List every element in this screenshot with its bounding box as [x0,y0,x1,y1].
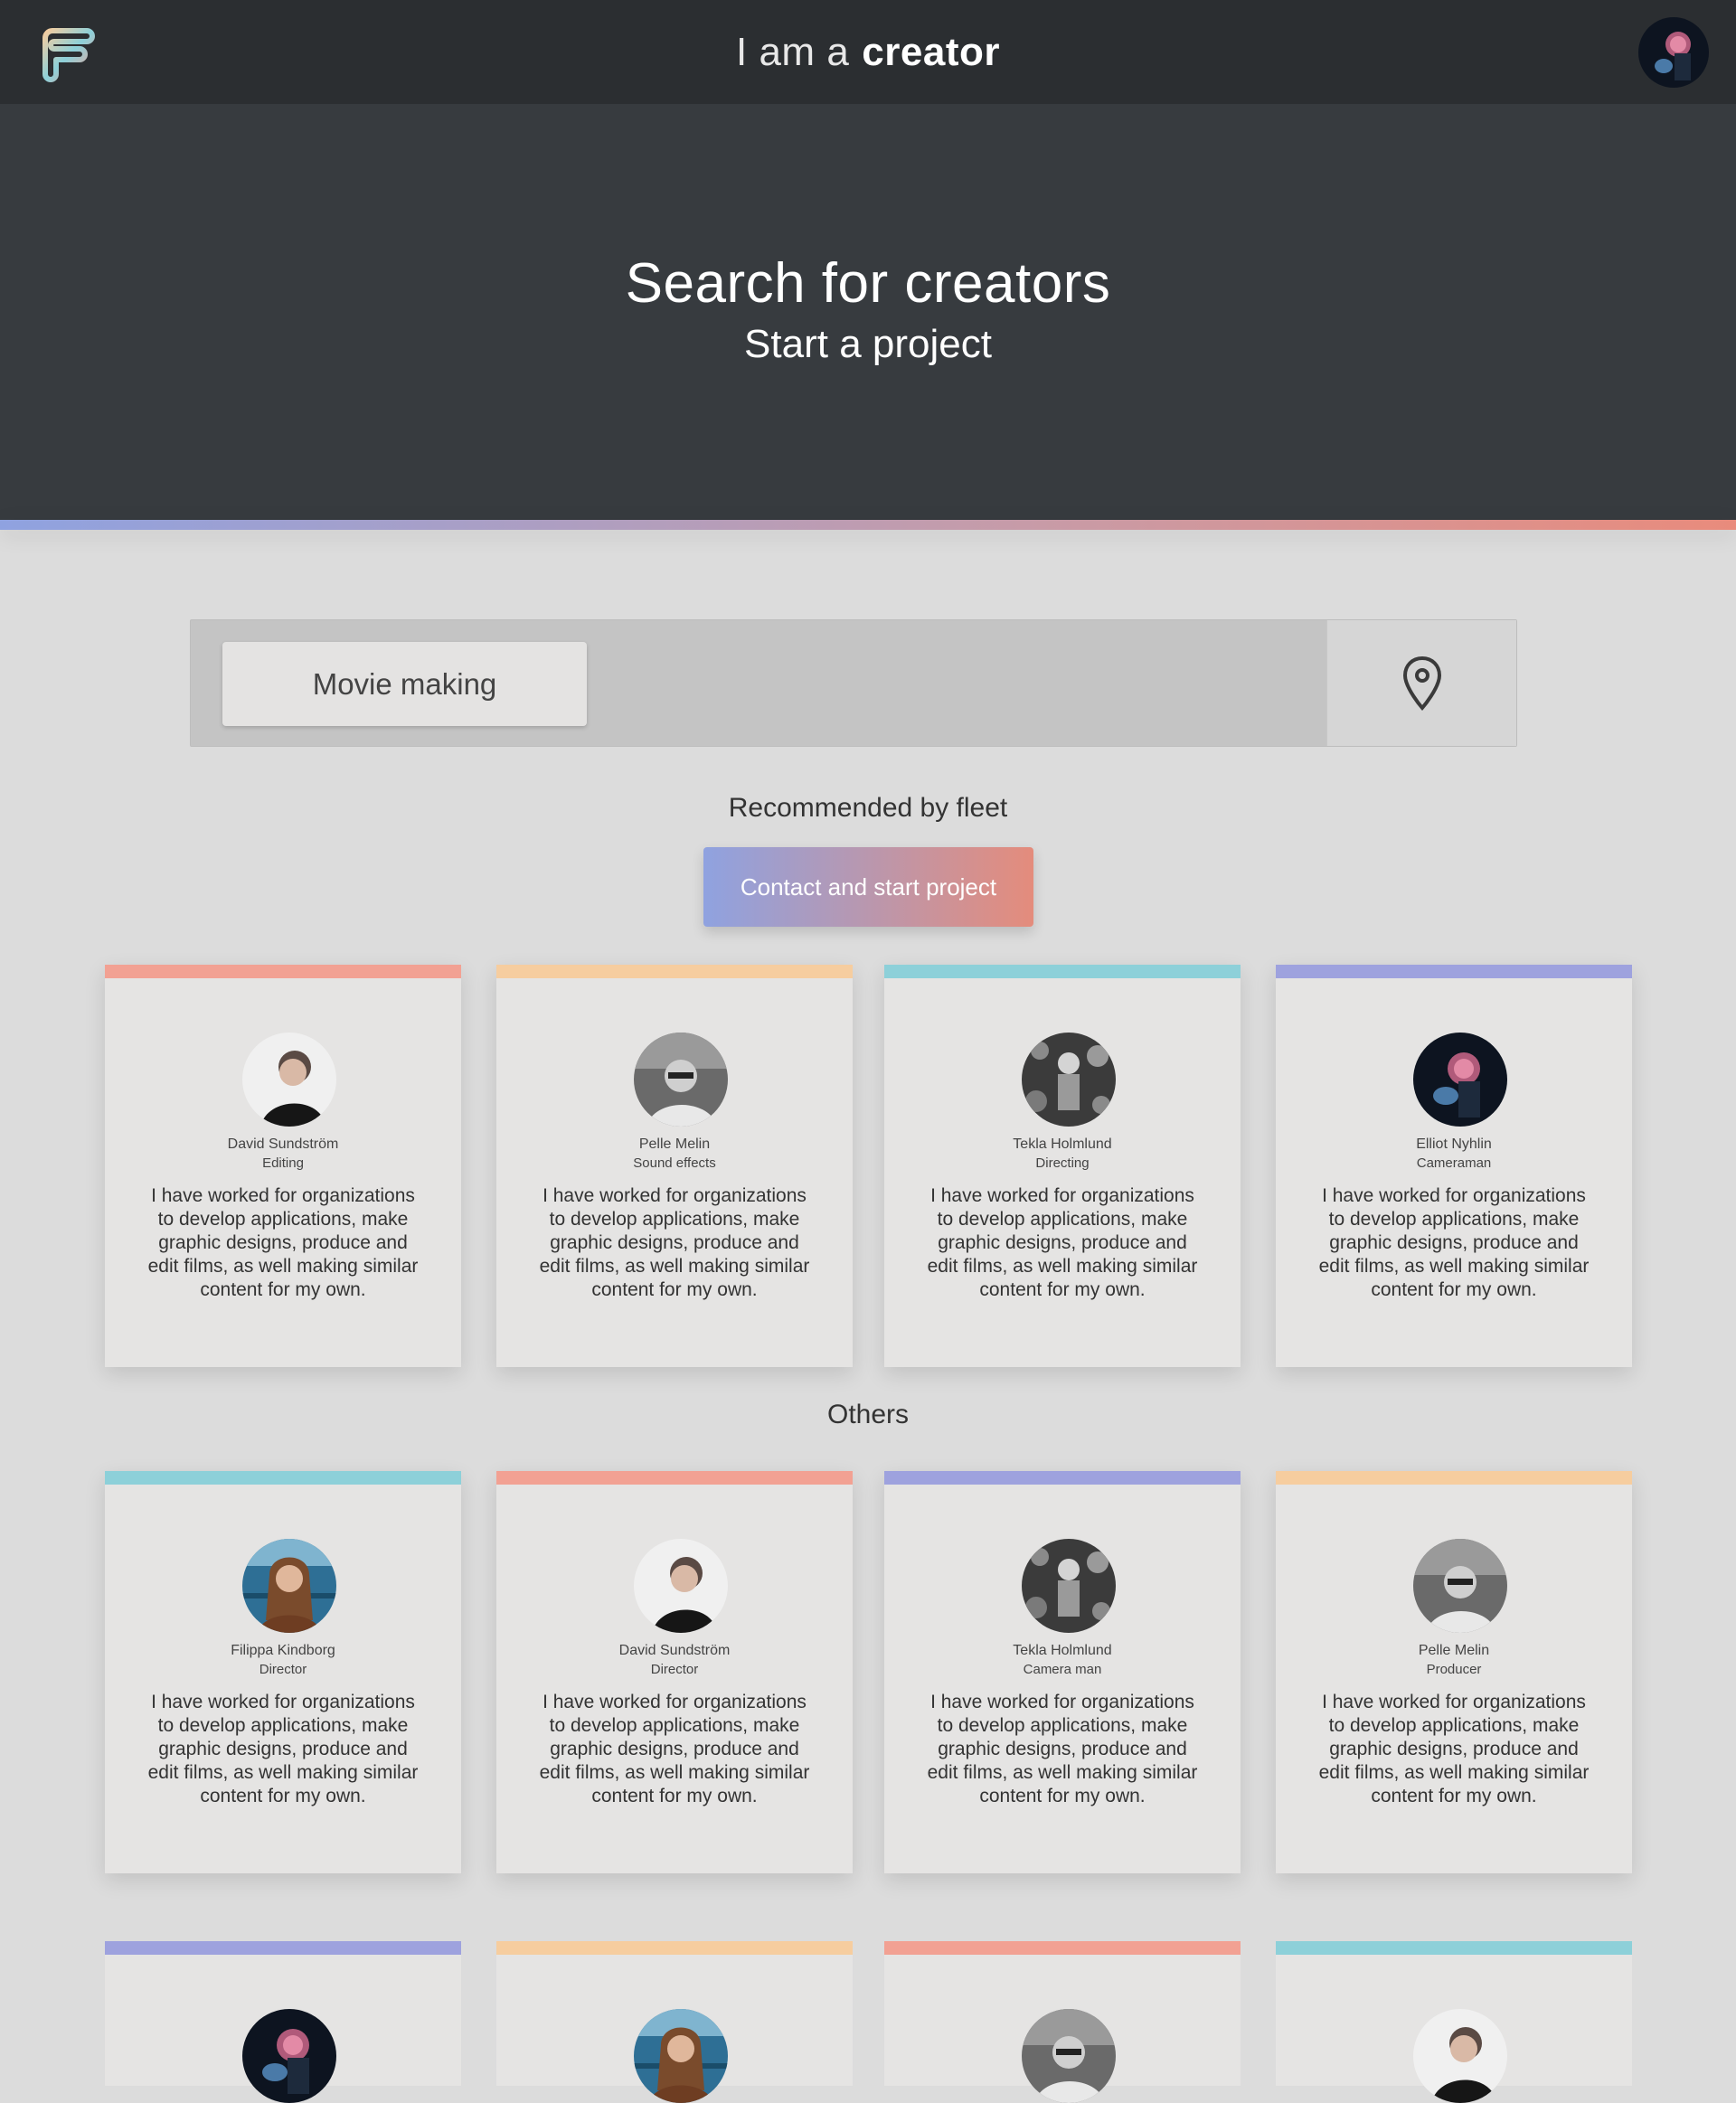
hero-banner: Search for creators Start a project [0,104,1736,520]
creator-name[interactable]: Tekla Holmlund [884,1643,1241,1659]
creator-card[interactable]: Tekla Holmlund Camera man I have worked fo… [884,1471,1241,1873]
creator-card[interactable] [496,1941,853,2103]
creator-card[interactable]: Tekla Holmlund Directing I have worked for… [884,965,1241,1367]
card-color-stripe [1276,1941,1632,1955]
creator-bio: I have worked for organizations to devel… [927,1692,1198,1806]
creator-role: Producer [1426,1662,1482,1677]
recommended-heading: Recommended by fleet [728,793,1008,823]
creator-role: Directing [1035,1155,1090,1171]
hero-gradient-divider [0,520,1736,530]
creator-avatar[interactable] [242,2009,336,2103]
creator-bio: I have worked for organizations to devel… [927,1185,1198,1300]
creator-bio: I have worked for organizations to devel… [539,1692,810,1806]
card-color-stripe [1276,965,1632,978]
card-color-stripe [105,1941,461,1955]
creator-bio: I have worked for organizations to devel… [147,1692,419,1806]
card-color-stripe [105,965,461,978]
creator-name[interactable]: Pelle Melin [1276,1643,1632,1659]
creator-bio: I have worked for organizations to devel… [539,1185,810,1300]
creator-role: Sound effects [633,1155,716,1171]
creator-role: Director [259,1662,307,1677]
creator-card[interactable] [1276,1941,1632,2103]
contact-start-project-button[interactable]: Contact and start project [703,847,1033,927]
card-color-stripe [1276,1471,1632,1485]
card-color-stripe [496,1471,853,1485]
creator-avatar[interactable] [1413,1033,1507,1127]
creator-bio: I have worked for organizations to devel… [147,1185,419,1300]
creator-name[interactable]: Filippa Kindborg [105,1643,461,1659]
creator-card[interactable]: Pelle Melin Producer I have worked for org… [1276,1471,1632,1873]
creator-name[interactable]: David Sundström [105,1136,461,1153]
top-bar: I am a creator [0,0,1736,104]
creator-role: Camera man [1023,1662,1102,1677]
creator-card[interactable]: Filippa Kindborg Director I have worked fo… [105,1471,461,1873]
creator-card[interactable]: Pelle Melin Sound effects I have worked fo… [496,965,853,1367]
creator-card[interactable]: Elliot Nyhlin Cameraman I have worked for … [1276,965,1632,1367]
category-chip-movie-making[interactable]: Movie making [222,642,587,726]
card-color-stripe [496,965,853,978]
creator-name[interactable]: Tekla Holmlund [884,1136,1241,1153]
creator-bio: I have worked for organizations to devel… [1318,1692,1590,1806]
creator-avatar[interactable] [1022,2009,1116,2103]
creator-role: Director [650,1662,699,1677]
hero-title: Search for creators [625,252,1111,315]
card-color-stripe [496,1941,853,1955]
card-color-stripe [884,1941,1241,1955]
creator-avatar[interactable] [242,1033,336,1127]
brand-title: I am a creator [0,0,1736,104]
brand-bold-text: creator [862,29,1000,74]
user-avatar[interactable] [1638,17,1709,88]
creator-avatar[interactable] [1413,2009,1507,2103]
creator-bio: I have worked for organizations to devel… [1318,1185,1590,1300]
creator-name[interactable]: Elliot Nyhlin [1276,1136,1632,1153]
creator-name[interactable]: Pelle Melin [496,1136,853,1153]
creator-avatar[interactable] [242,1539,336,1633]
creator-avatar[interactable] [634,1539,728,1633]
creator-role: Cameraman [1416,1155,1492,1171]
creator-avatar[interactable] [634,1033,728,1127]
creator-avatar[interactable] [634,2009,728,2103]
card-color-stripe [884,965,1241,978]
card-color-stripe [884,1471,1241,1485]
creator-avatar[interactable] [1022,1539,1116,1633]
creator-card[interactable] [884,1941,1241,2103]
others-heading: Others [826,1400,910,1429]
creator-card[interactable]: David Sundström Editing I have worked for … [105,965,461,1367]
creator-avatar[interactable] [1022,1033,1116,1127]
creator-role: Editing [262,1155,304,1171]
creator-avatar[interactable] [1413,1539,1507,1633]
location-button[interactable] [1326,620,1516,746]
search-bar[interactable]: Movie making [190,619,1517,747]
map-pin-icon [1402,655,1441,711]
card-color-stripe [105,1471,461,1485]
creator-card[interactable] [105,1941,461,2103]
brand-light-text: I am a [736,29,850,74]
creator-card[interactable]: David Sundström Director I have worked for… [496,1471,853,1873]
hero-subtitle: Start a project [744,322,992,366]
creator-name[interactable]: David Sundström [496,1643,853,1659]
